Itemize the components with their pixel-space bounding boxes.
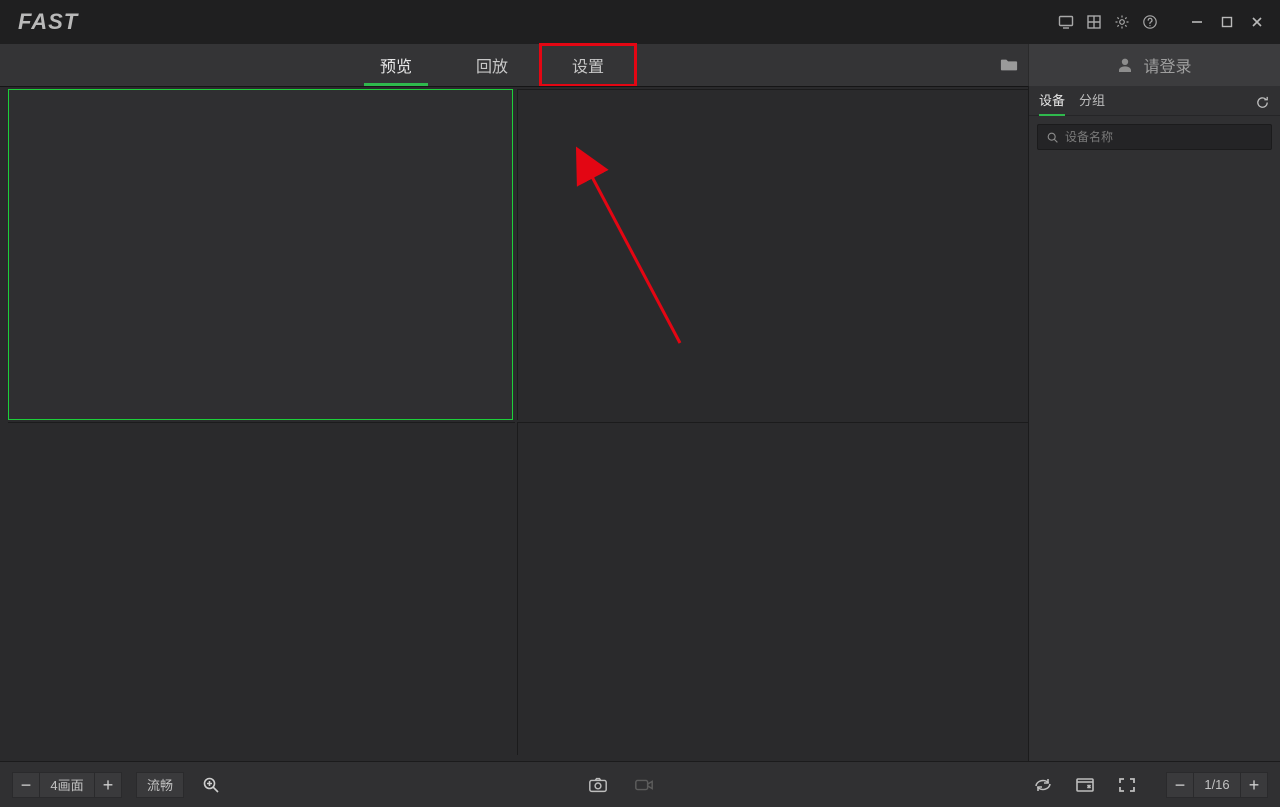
help-icon[interactable] [1136, 8, 1164, 36]
rtab-device[interactable]: 设备 [1039, 90, 1065, 115]
device-search-input[interactable] [1065, 130, 1263, 144]
layout-increase-button[interactable]: + [94, 772, 122, 798]
tab-playback[interactable]: 回放 [444, 44, 540, 86]
screen-wall-icon[interactable] [1052, 8, 1080, 36]
grid-icon[interactable] [1080, 8, 1108, 36]
video-cell-3[interactable] [8, 422, 515, 755]
search-icon [1046, 131, 1059, 144]
snapshot-icon[interactable] [586, 773, 610, 797]
page-next-button[interactable]: + [1240, 772, 1268, 798]
titlebar: FAST [0, 0, 1280, 44]
minimize-button[interactable] [1182, 8, 1212, 36]
login-label: 请登录 [1143, 53, 1191, 77]
record-icon [632, 773, 656, 797]
page-label: 1/16 [1193, 772, 1241, 798]
zoom-in-icon[interactable] [196, 770, 226, 800]
layout-decrease-button[interactable]: − [12, 772, 40, 798]
device-search[interactable] [1037, 124, 1272, 150]
app-logo: FAST [18, 9, 78, 35]
stream-quality-button[interactable]: 流畅 [136, 772, 184, 798]
gear-icon[interactable] [1108, 8, 1136, 36]
footer-toolbar: − 4画面 + 流畅 − 1/16 + [0, 761, 1280, 807]
tab-settings[interactable]: 设置 [540, 44, 636, 86]
login-button[interactable]: 请登录 [1028, 44, 1280, 86]
close-all-icon[interactable] [1072, 772, 1098, 798]
right-panel-tabs: 设备 分组 [1029, 86, 1280, 116]
close-button[interactable] [1242, 8, 1272, 36]
pager: − 1/16 + [1166, 772, 1268, 798]
video-cell-1[interactable] [8, 89, 513, 420]
folder-icon[interactable] [990, 44, 1028, 86]
fullscreen-icon[interactable] [1114, 772, 1140, 798]
layout-label[interactable]: 4画面 [39, 772, 95, 798]
cycle-icon[interactable] [1030, 772, 1056, 798]
tab-preview[interactable]: 预览 [348, 44, 444, 86]
right-panel: 设备 分组 [1028, 86, 1280, 761]
main-tabbar: 预览 回放 设置 请登录 [0, 44, 1280, 86]
video-grid [0, 86, 1028, 761]
main-area: 设备 分组 [0, 86, 1280, 761]
video-cell-2[interactable] [517, 89, 1028, 420]
maximize-button[interactable] [1212, 8, 1242, 36]
rtab-group[interactable]: 分组 [1079, 90, 1105, 115]
page-prev-button[interactable]: − [1166, 772, 1194, 798]
user-icon [1117, 57, 1133, 73]
video-cell-4[interactable] [517, 422, 1028, 755]
refresh-icon[interactable] [1252, 92, 1272, 112]
